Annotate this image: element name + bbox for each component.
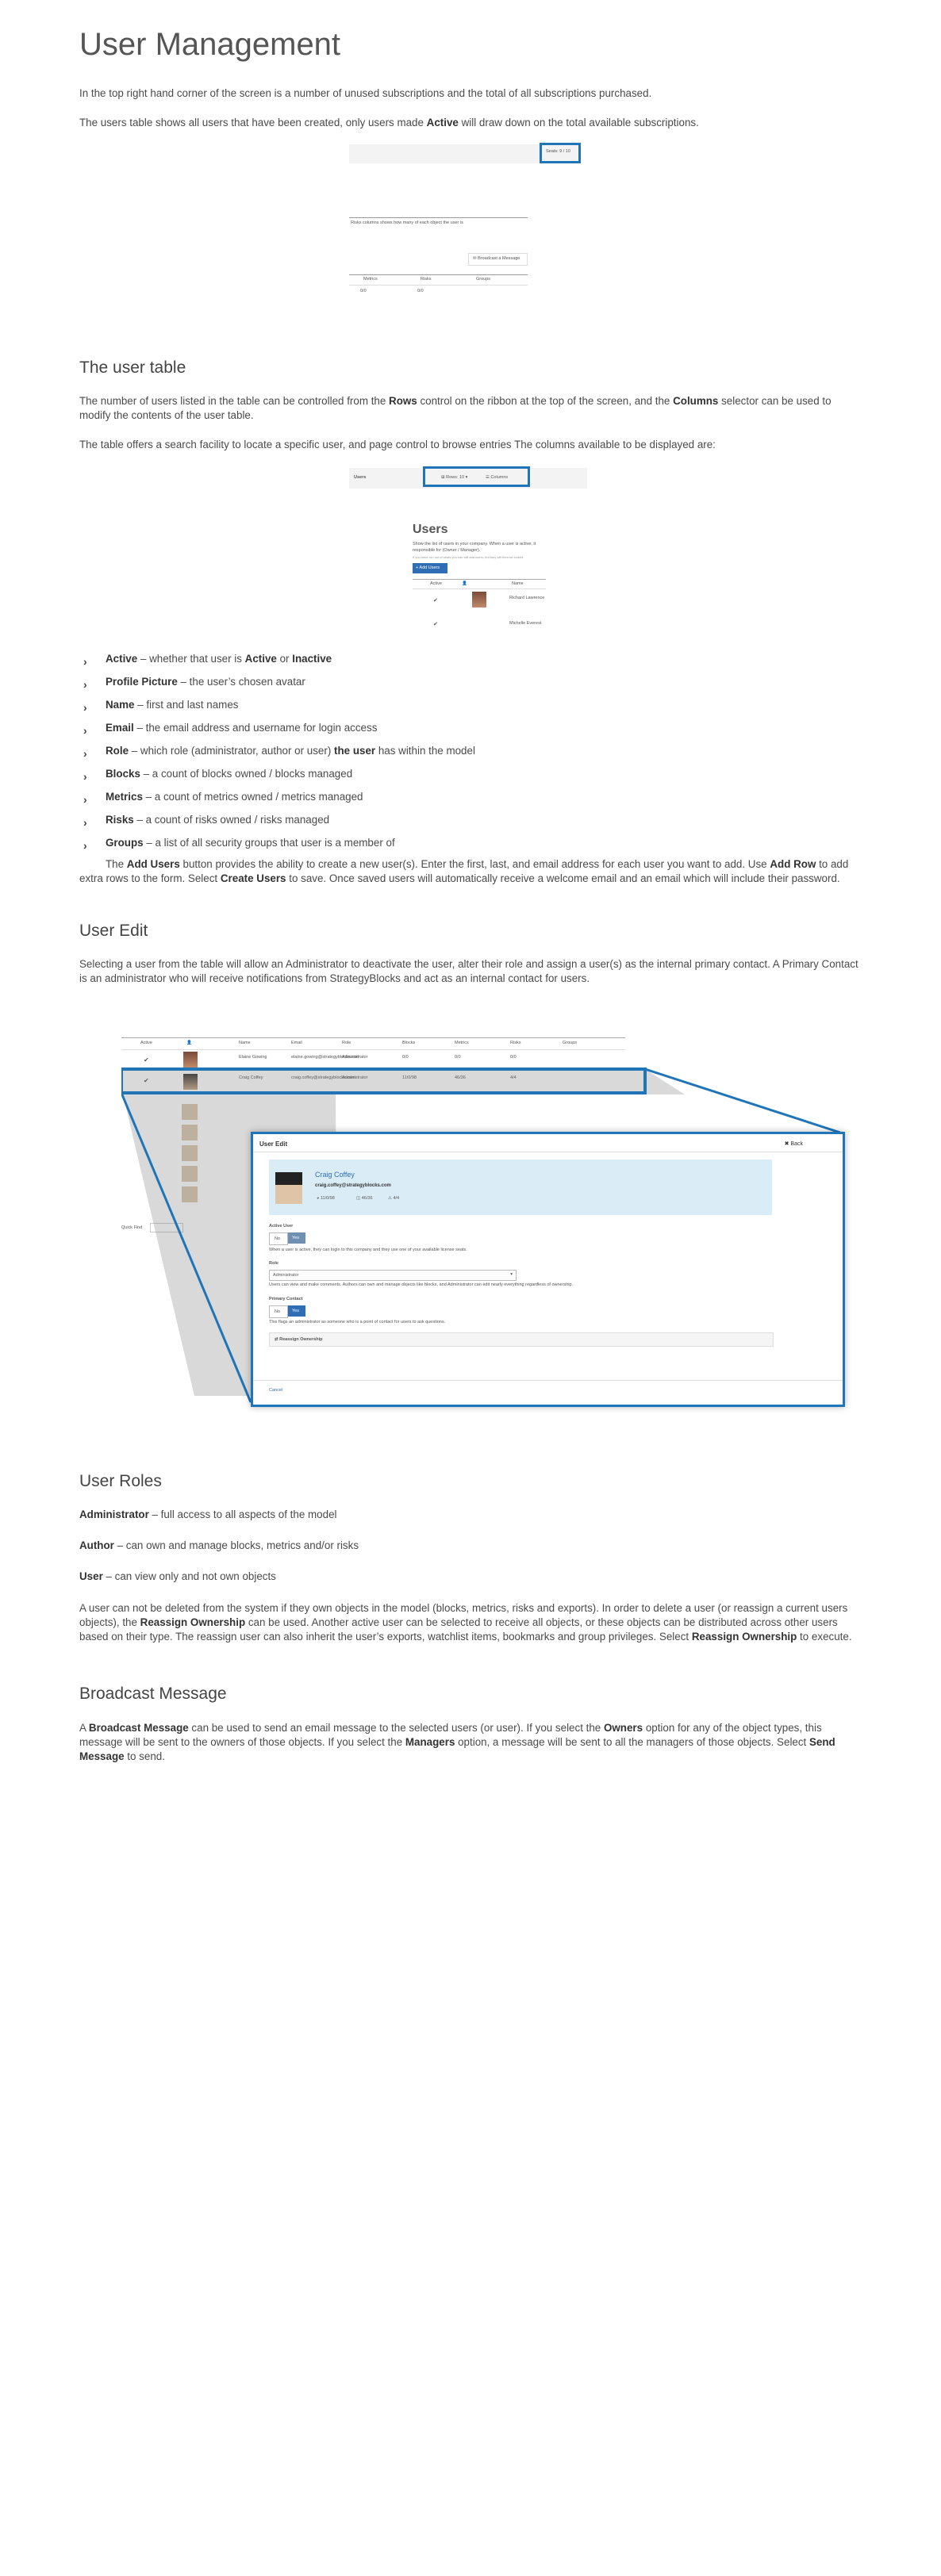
chevron-right-icon: › <box>83 747 87 760</box>
chevron-right-icon: › <box>83 816 87 829</box>
rows-columns-highlight <box>423 466 530 487</box>
card-user-name: Craig Coffey <box>315 1171 355 1179</box>
list-item: › Risks – a count of risks owned / risks … <box>83 814 330 829</box>
user-table-paragraph-1: The number of users listed in the table … <box>79 395 832 421</box>
user-name-2: Michelle Everest <box>509 621 542 626</box>
user-edit-screenshot: Active 👤 Name Email Role Blocks Metrics … <box>121 1031 862 1420</box>
modal-title: User Edit <box>259 1140 288 1148</box>
list-item: › Role – which role (administrator, autho… <box>83 745 475 760</box>
role-author: Author – can own and manage blocks, metr… <box>79 1539 359 1551</box>
col-groups: Groups <box>476 277 491 282</box>
chevron-down-icon: ▾ <box>510 1272 513 1277</box>
val-risks: 0/0 <box>417 289 424 293</box>
avatar <box>472 592 486 608</box>
reassign-paragraph: A user can not be deleted from the syste… <box>79 1602 852 1643</box>
col-metrics: Metrics <box>363 277 378 282</box>
chevron-right-icon: › <box>83 724 87 737</box>
check-icon: ✔ <box>433 622 438 627</box>
add-users-button[interactable]: + Add Users <box>413 563 447 573</box>
active-help: When a user is active, they can login to… <box>269 1248 467 1252</box>
list-item: › Groups – a list of all security groups … <box>83 837 395 852</box>
ribbon-users-label: Users <box>354 475 367 480</box>
list-item: › Active – whether that user is Active or… <box>83 653 332 668</box>
ribbon-screenshot: Users ⊞ Rows: 10 ▾ ☰ Columns <box>349 466 587 489</box>
list-item: › Profile Picture – the user’s chosen ava… <box>83 676 305 691</box>
column-list: › Active – whether that user is Active or… <box>79 652 793 859</box>
col-name: Name <box>512 581 524 586</box>
chevron-right-icon: › <box>83 770 87 783</box>
reassign-ownership-button[interactable]: ⇄ Reassign Ownership <box>269 1332 774 1347</box>
subscriptions-screenshot: Seats: 9 / 10 Risks columns shows how ma… <box>349 143 587 295</box>
users-note: If you have run out of seats you can sti… <box>413 555 524 559</box>
user-name-1: Richard Lawrence <box>509 596 545 600</box>
role-administrator: Administrator – full access to all aspec… <box>79 1508 337 1520</box>
user-edit-heading: User Edit <box>79 922 148 940</box>
user-edit-modal: User Edit ✖ Back Craig Coffey craig.coff… <box>251 1132 845 1407</box>
page-title: User Management <box>79 27 341 62</box>
risks-caption: Risks columns shows how many of each obj… <box>351 220 463 225</box>
chevron-right-icon: › <box>83 793 87 806</box>
role-help: Users can view and make comments. Author… <box>269 1282 574 1287</box>
add-users-paragraph: The Add Users button provides the abilit… <box>79 858 849 884</box>
avatar <box>275 1172 302 1204</box>
primary-no-button[interactable]: No <box>269 1305 288 1318</box>
user-edit-paragraph: Selecting a user from the table will all… <box>79 958 858 984</box>
role-label: Role <box>269 1261 278 1266</box>
metrics-stat: ◫ 46/36 <box>356 1196 373 1201</box>
user-roles-heading: User Roles <box>79 1472 162 1490</box>
card-user-email: craig.coffey@strategyblocks.com <box>315 1183 391 1188</box>
list-item: › Metrics – a count of metrics owned / me… <box>83 791 363 806</box>
chevron-right-icon: › <box>83 839 87 852</box>
chevron-right-icon: › <box>83 701 87 714</box>
list-item: › Email – the email address and username … <box>83 722 378 737</box>
primary-contact-label: Primary Contact <box>269 1297 303 1301</box>
active-no-button[interactable]: No <box>269 1232 288 1245</box>
col-avatar-icon: 👤 <box>462 581 467 586</box>
role-select[interactable]: Administrator ▾ <box>269 1270 517 1281</box>
user-table-heading: The user table <box>79 358 186 377</box>
users-desc: Show the list of users in your company. … <box>413 542 536 546</box>
back-button[interactable]: ✖ Back <box>785 1140 803 1147</box>
role-user: User – can view only and not own objects <box>79 1570 276 1582</box>
broadcast-heading: Broadcast Message <box>79 1685 227 1703</box>
users-title: Users <box>413 523 448 536</box>
chevron-right-icon: › <box>83 678 87 691</box>
user-card: Craig Coffey craig.coffey@strategyblocks… <box>269 1160 772 1215</box>
risks-stat: ⚠ 4/4 <box>388 1196 400 1201</box>
intro-paragraph-1: In the top right hand corner of the scre… <box>79 87 652 99</box>
seats-badge: Seats: 9 / 10 <box>546 149 570 154</box>
list-item: › Name – first and last names <box>83 699 239 714</box>
primary-yes-button[interactable]: Yes <box>288 1305 305 1317</box>
users-desc-2: responsible for (Owner / Manager). <box>413 548 481 553</box>
primary-help: This flags an administrator as someone w… <box>269 1320 446 1324</box>
intro-paragraph-2: The users table shows all users that hav… <box>79 117 699 128</box>
chevron-right-icon: › <box>83 655 87 668</box>
user-table-paragraph-2: The table offers a search facility to lo… <box>79 439 716 450</box>
columns-control[interactable]: ☰ Columns <box>486 475 508 480</box>
list-item: › Blocks – a count of blocks owned / bloc… <box>83 768 353 783</box>
check-icon: ✔ <box>433 598 438 604</box>
col-active: Active <box>430 581 442 586</box>
broadcast-button[interactable]: ✉ Broadcast a Message <box>473 256 520 261</box>
cancel-link[interactable]: Cancel <box>269 1388 282 1393</box>
broadcast-paragraph: A Broadcast Message can be used to send … <box>79 1722 835 1762</box>
val-metrics: 0/0 <box>360 289 367 293</box>
rows-control[interactable]: ⊞ Rows: 10 ▾ <box>441 475 467 480</box>
active-user-label: Active User <box>269 1224 294 1229</box>
blocks-stat: ◕ 11/0/98 <box>317 1196 335 1201</box>
active-yes-button[interactable]: Yes <box>288 1232 305 1244</box>
users-list-screenshot: Users Show the list of users in your com… <box>413 518 546 649</box>
col-risks: Risks <box>421 277 432 282</box>
